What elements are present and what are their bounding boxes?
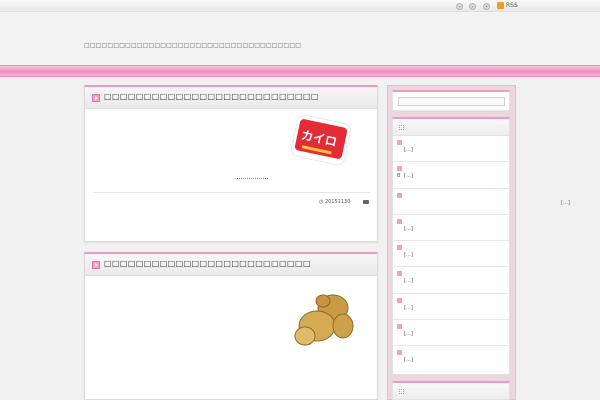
kairo-thumbnail[interactable]: カイロ bbox=[285, 115, 355, 167]
recent-posts-widget: […] B […] […] […] […] […] […] […] bbox=[392, 117, 510, 375]
bookmark-icon[interactable]: • bbox=[483, 3, 490, 10]
bullet-icon bbox=[397, 324, 402, 330]
folder-icon[interactable] bbox=[363, 200, 369, 204]
post-title-link[interactable]: □□□□□□□□□□□□□□□□□□□□□□□□□□□ bbox=[104, 92, 319, 101]
widget-header bbox=[393, 383, 509, 400]
small-link[interactable] bbox=[237, 178, 268, 179]
post-card: □□□□□□□□□□□□□□□□□□□□□□□□□□□ カイロ ◷ 201511… bbox=[84, 85, 378, 242]
ginger-lobe bbox=[315, 294, 331, 308]
bullet-icon bbox=[397, 245, 402, 251]
bullet-icon bbox=[397, 218, 402, 224]
post-title-link[interactable]: □□□□□□□□□□□□□□□□□□□□□□□□□□ bbox=[104, 259, 311, 268]
bullet-icon bbox=[397, 192, 402, 198]
item-excerpt: […] bbox=[404, 304, 413, 311]
list-item[interactable]: […] bbox=[393, 320, 509, 347]
widget-icon bbox=[399, 389, 404, 394]
archive-widget bbox=[392, 381, 510, 400]
post-marker-icon bbox=[92, 261, 100, 269]
ginger-lobe bbox=[294, 326, 316, 346]
list-item[interactable]: B […] bbox=[393, 162, 509, 189]
item-excerpt: […] bbox=[404, 147, 413, 153]
search-widget bbox=[392, 90, 510, 111]
rss-link[interactable]: RSS bbox=[506, 2, 518, 10]
item-excerpt: […] bbox=[404, 225, 413, 232]
item-excerpt: […] bbox=[404, 278, 413, 285]
arrow-left-icon[interactable]: ‹ bbox=[456, 3, 463, 10]
list-item[interactable]: […] bbox=[393, 241, 509, 268]
widget-icon bbox=[399, 125, 404, 130]
ginger-thumbnail[interactable] bbox=[287, 288, 361, 352]
bullet-icon bbox=[397, 166, 402, 172]
post-marker-icon bbox=[92, 94, 100, 102]
list-item[interactable] bbox=[393, 189, 509, 215]
item-excerpt: […] bbox=[404, 173, 413, 180]
list-item[interactable]: […] bbox=[393, 136, 509, 163]
bullet-icon bbox=[397, 140, 402, 145]
post-date-text: 20151130 bbox=[324, 199, 351, 205]
list-item[interactable]: […] bbox=[393, 215, 509, 242]
item-prefix: B bbox=[397, 173, 401, 180]
arrow-right-icon[interactable]: › bbox=[469, 3, 476, 10]
more-link[interactable]: […] bbox=[561, 200, 570, 206]
rss-icon[interactable] bbox=[497, 2, 504, 9]
widget-header bbox=[393, 119, 509, 136]
item-excerpt: […] bbox=[404, 331, 413, 338]
nav-bar bbox=[0, 65, 600, 77]
site-tagline: □□□□□□□□□□□□□□□□□□□□□□□□□□□□□□□□□□□□□ bbox=[84, 42, 302, 49]
site-header bbox=[0, 13, 600, 65]
item-excerpt: […] bbox=[404, 357, 413, 364]
list-item[interactable]: […] bbox=[393, 294, 509, 321]
top-toolbar: ‹ › • RSS bbox=[0, 0, 600, 12]
item-excerpt: […] bbox=[404, 252, 413, 259]
ginger-lobe bbox=[332, 313, 354, 339]
post-card: □□□□□□□□□□□□□□□□□□□□□□□□□□ bbox=[84, 252, 378, 400]
post-divider bbox=[93, 192, 370, 193]
bullet-icon bbox=[397, 350, 402, 356]
search-input[interactable] bbox=[398, 97, 505, 106]
list-item[interactable]: […] bbox=[393, 346, 509, 372]
bullet-icon bbox=[397, 297, 402, 303]
bullet-icon bbox=[397, 271, 402, 277]
post-header: □□□□□□□□□□□□□□□□□□□□□□□□□□ bbox=[85, 254, 377, 276]
list-item[interactable]: […] bbox=[393, 267, 509, 294]
post-header: □□□□□□□□□□□□□□□□□□□□□□□□□□□ bbox=[85, 87, 377, 109]
post-date: ◷ 20151130 bbox=[319, 199, 351, 205]
